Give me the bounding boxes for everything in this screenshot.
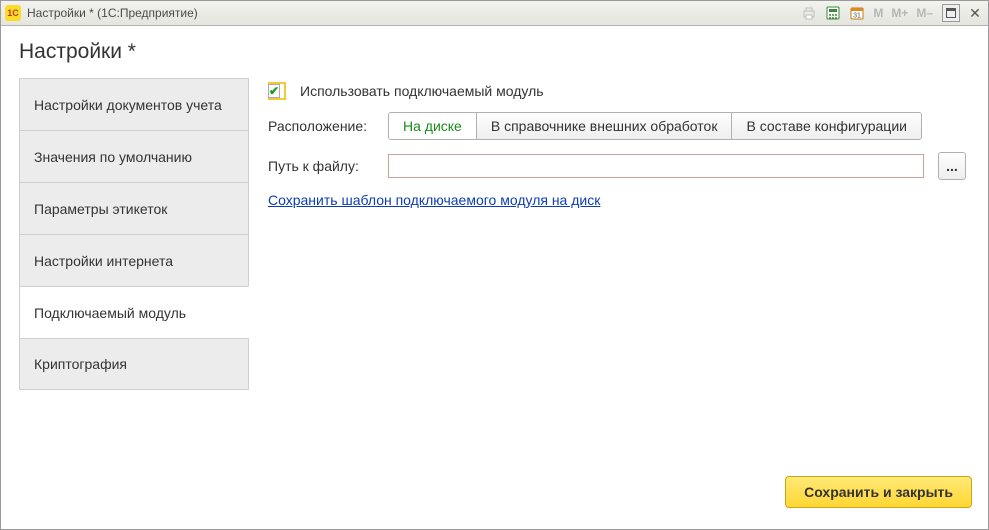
path-browse-button[interactable]: ... xyxy=(938,152,966,180)
path-input[interactable] xyxy=(388,154,924,178)
sidebar-item-internet[interactable]: Настройки интернета xyxy=(19,234,249,286)
maximize-button[interactable] xyxy=(942,4,960,22)
window-title: Настройки * (1С:Предприятие) xyxy=(27,6,198,20)
location-label: Расположение: xyxy=(268,118,380,134)
save-template-row: Сохранить шаблон подключаемого модуля на… xyxy=(268,192,966,208)
path-row: Путь к файлу: ... xyxy=(268,152,966,180)
memory-mplus-icon[interactable]: M+ xyxy=(890,4,909,22)
footer: Сохранить и закрыть xyxy=(1,467,988,529)
save-close-button[interactable]: Сохранить и закрыть xyxy=(785,476,972,508)
use-plugin-label: Использовать подключаемый модуль xyxy=(300,83,544,99)
location-option-disk[interactable]: На диске xyxy=(389,113,477,139)
sidebar-item-label: Параметры этикеток xyxy=(34,201,167,217)
checkbox-inner: ✔ xyxy=(268,84,280,98)
titlebar: 1C Настройки * (1С:Предприятие) 31 M M+ … xyxy=(1,1,988,26)
sidebar-item-labels[interactable]: Параметры этикеток xyxy=(19,182,249,234)
use-plugin-checkbox[interactable]: ✔ xyxy=(268,82,286,100)
sidebar-item-plugin[interactable]: Подключаемый модуль xyxy=(19,286,249,338)
product-logo-icon: 1C xyxy=(5,5,21,21)
main-content: ✔ Использовать подключаемый модуль Распо… xyxy=(267,78,970,467)
check-icon: ✔ xyxy=(269,85,279,97)
memory-m-icon[interactable]: M xyxy=(872,4,884,22)
use-plugin-row: ✔ Использовать подключаемый модуль xyxy=(268,82,966,100)
location-row: Расположение: На диске В справочнике вне… xyxy=(268,112,966,140)
location-option-catalog[interactable]: В справочнике внешних обработок xyxy=(477,113,733,139)
sidebar-item-label: Настройки интернета xyxy=(34,253,173,269)
sidebar-item-crypto[interactable]: Криптография xyxy=(19,338,249,390)
sidebar-item-label: Подключаемый модуль xyxy=(34,305,186,321)
sidebar-item-label: Криптография xyxy=(34,356,127,372)
sidebar-item-defaults[interactable]: Значения по умолчанию xyxy=(19,130,249,182)
close-button[interactable]: ✕ xyxy=(966,4,984,22)
save-template-link[interactable]: Сохранить шаблон подключаемого модуля на… xyxy=(268,192,600,208)
calendar-icon[interactable]: 31 xyxy=(848,4,866,22)
print-icon[interactable] xyxy=(800,4,818,22)
location-segment: На диске В справочнике внешних обработок… xyxy=(388,112,922,140)
body: Настройки документов учета Значения по у… xyxy=(1,78,988,467)
memory-mminus-icon[interactable]: M– xyxy=(915,4,934,22)
sidebar-item-label: Настройки документов учета xyxy=(34,97,222,113)
svg-text:31: 31 xyxy=(853,13,861,20)
sidebar: Настройки документов учета Значения по у… xyxy=(19,78,249,467)
path-label: Путь к файлу: xyxy=(268,158,380,174)
window-root: 1C Настройки * (1С:Предприятие) 31 M M+ … xyxy=(0,0,989,530)
sidebar-item-doc-settings[interactable]: Настройки документов учета xyxy=(19,78,249,130)
page: Настройки * Настройки документов учета З… xyxy=(1,26,988,529)
sidebar-item-label: Значения по умолчанию xyxy=(34,149,192,165)
page-title: Настройки * xyxy=(1,26,988,78)
calculator-icon[interactable] xyxy=(824,4,842,22)
location-option-config[interactable]: В составе конфигурации xyxy=(732,113,921,139)
titlebar-icons: 31 M M+ M– ✕ xyxy=(800,4,984,22)
